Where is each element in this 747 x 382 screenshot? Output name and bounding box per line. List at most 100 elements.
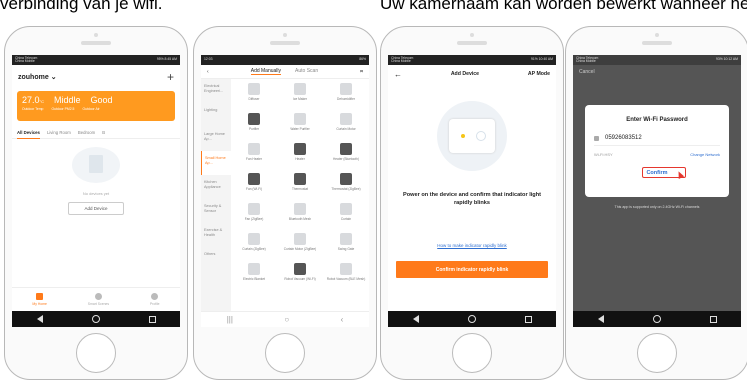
- thermostat-zigbee-icon: [340, 173, 352, 185]
- tab-bedroom[interactable]: Bedroom: [78, 130, 95, 135]
- weather-pm: Middle: [54, 95, 81, 105]
- empty-illustration-icon: [72, 147, 120, 183]
- home-screen: China Telecom China Mobile 95% 8:45 AM zo…: [12, 55, 180, 327]
- device-item[interactable]: Thermostat: [277, 173, 323, 203]
- add-device-list-screen: 12:03 86% ‹ Add Manually Auto Scan ⌗ Elec…: [201, 55, 369, 327]
- android-nav-bar: ||| ○ ‹: [201, 311, 369, 327]
- device-item[interactable]: Fan (ZigBee): [231, 203, 277, 233]
- nav-home-icon[interactable]: ○: [284, 315, 289, 324]
- status-bar: China Telecom China Mobile 93% 10:12 AM: [573, 55, 741, 65]
- back-icon[interactable]: ‹: [341, 315, 344, 324]
- curtain-motor-icon: [340, 113, 352, 125]
- category-item[interactable]: Exercise & Health: [201, 223, 231, 247]
- device-item[interactable]: Curtain Motor (ZigBee): [277, 233, 323, 263]
- ap-mode-link[interactable]: AP Mode: [528, 71, 550, 77]
- tab-add-manually[interactable]: Add Manually: [250, 68, 282, 75]
- nav-home-icon[interactable]: [467, 315, 476, 323]
- device-item[interactable]: Fan (Wi-Fi): [231, 173, 277, 203]
- nav-home-icon[interactable]: [91, 315, 100, 323]
- phone-home: China Telecom China Mobile 95% 8:45 AM zo…: [4, 26, 188, 380]
- ap-mode-screen: China Telecom China Mobile 91% 10:40 AM ←…: [388, 55, 556, 327]
- category-item[interactable]: Lighting: [201, 103, 231, 127]
- device-item[interactable]: Thermostat (ZigBee): [323, 173, 369, 203]
- category-item[interactable]: Others: [201, 247, 231, 271]
- device-item[interactable]: Swing Gate: [323, 233, 369, 263]
- add-plus-icon[interactable]: +: [167, 71, 174, 83]
- phone-home-button[interactable]: [637, 333, 677, 373]
- indicator-light-icon: [461, 134, 465, 138]
- scan-icon[interactable]: ⌗: [360, 69, 363, 75]
- recents-icon[interactable]: [524, 315, 532, 323]
- device-grid: Diffuser Ice Maker Dehumidifier Purifier…: [231, 79, 369, 311]
- category-item[interactable]: Kitchen Appliance: [201, 175, 231, 199]
- phone-home-button[interactable]: [452, 333, 492, 373]
- confirm-button[interactable]: Confirm: [594, 167, 720, 179]
- fan-heater-icon: [248, 143, 260, 155]
- water-purifier-icon: [294, 113, 306, 125]
- home-selector[interactable]: zouhome ⌄: [18, 73, 57, 81]
- device-item[interactable]: Water Purifier: [277, 113, 323, 143]
- purifier-icon: [248, 113, 260, 125]
- device-item[interactable]: Robot Vacuum (BLE Mesh): [323, 263, 369, 293]
- empty-state: No devices yet Add Device: [12, 147, 180, 215]
- device-item[interactable]: Curtain Motor: [323, 113, 369, 143]
- device-item[interactable]: Electric Blanket: [231, 263, 277, 293]
- back-icon[interactable]: [36, 315, 43, 323]
- phone-ap-mode: China Telecom China Mobile 91% 10:40 AM ←…: [380, 26, 564, 380]
- nav-home-icon[interactable]: [652, 315, 661, 323]
- category-item[interactable]: Small Home Ap...: [201, 151, 231, 175]
- add-device-button[interactable]: Add Device: [68, 202, 124, 215]
- confirm-blink-button[interactable]: Confirm indicator rapidly blink: [396, 261, 548, 278]
- curtain-zigbee-icon: [248, 233, 260, 245]
- phone-home-button[interactable]: [76, 333, 116, 373]
- device-item[interactable]: Bluetooth Mesh: [277, 203, 323, 233]
- back-icon[interactable]: [597, 315, 604, 323]
- device-item[interactable]: Diffuser: [231, 83, 277, 113]
- bluetooth-mesh-icon: [294, 203, 306, 215]
- change-network-link[interactable]: Change Network: [690, 152, 720, 157]
- tab-my-home[interactable]: My Home: [32, 293, 47, 306]
- category-item[interactable]: Security & Sensor: [201, 199, 231, 223]
- recents-icon[interactable]: [709, 315, 717, 323]
- tab-more[interactable]: B: [102, 130, 105, 135]
- device-item[interactable]: Dehumidifier: [323, 83, 369, 113]
- status-bar: China Telecom China Mobile 91% 10:40 AM: [388, 55, 556, 65]
- back-icon[interactable]: [412, 315, 419, 323]
- device-item[interactable]: Heater (Bluetooth): [323, 143, 369, 173]
- cancel-button[interactable]: Cancel: [573, 65, 741, 79]
- device-item[interactable]: Curtain (ZigBee): [231, 233, 277, 263]
- tab-all-devices[interactable]: All Devices: [17, 130, 40, 139]
- wifi-note: This app is supported only on 2.4GHz Wi-…: [614, 205, 700, 209]
- instruction-text: Power on the device and confirm that ind…: [403, 192, 541, 207]
- device-illustration-icon: [437, 101, 507, 171]
- status-bar: China Telecom China Mobile 95% 8:45 AM: [12, 55, 180, 65]
- device-item[interactable]: Fan Heater: [231, 143, 277, 173]
- lock-icon: [594, 135, 599, 141]
- help-link[interactable]: How to make indicator rapidly blink: [388, 243, 556, 248]
- dehumidifier-icon: [340, 83, 352, 95]
- weather-temp: 27.0: [22, 95, 40, 105]
- phone-home-button[interactable]: [265, 333, 305, 373]
- password-field[interactable]: 05926083512: [594, 135, 720, 146]
- device-item[interactable]: Ice Maker: [277, 83, 323, 113]
- recents-icon[interactable]: |||: [227, 315, 233, 324]
- device-item[interactable]: Purifier: [231, 113, 277, 143]
- category-item[interactable]: Large Home Ap...: [201, 127, 231, 151]
- tab-auto-scan[interactable]: Auto Scan: [295, 68, 318, 75]
- weather-card: 27.0°C Middle Good Outdoor Temp Outdoor …: [17, 91, 175, 121]
- device-item[interactable]: Curtain: [323, 203, 369, 233]
- tab-smart-scenes[interactable]: Smart Scenes: [88, 293, 109, 306]
- phone-wifi-password: China Telecom China Mobile 93% 10:12 AM C…: [565, 26, 747, 380]
- device-item[interactable]: Heater: [277, 143, 323, 173]
- curtain-motor-zigbee-icon: [294, 233, 306, 245]
- category-item[interactable]: Electrical Engineeri...: [201, 79, 231, 103]
- tab-profile[interactable]: Profile: [150, 293, 160, 306]
- robot-vacuum-icon: [294, 263, 306, 275]
- recents-icon[interactable]: [148, 315, 156, 323]
- ice-maker-icon: [294, 83, 306, 95]
- back-arrow-icon[interactable]: ←: [394, 70, 402, 79]
- tab-living-room[interactable]: Living Room: [47, 130, 71, 135]
- back-arrow-icon[interactable]: ‹: [207, 69, 209, 75]
- wifi-password-screen: China Telecom China Mobile 93% 10:12 AM C…: [573, 55, 741, 327]
- device-item[interactable]: Robot Vacuum (Wi-Fi): [277, 263, 323, 293]
